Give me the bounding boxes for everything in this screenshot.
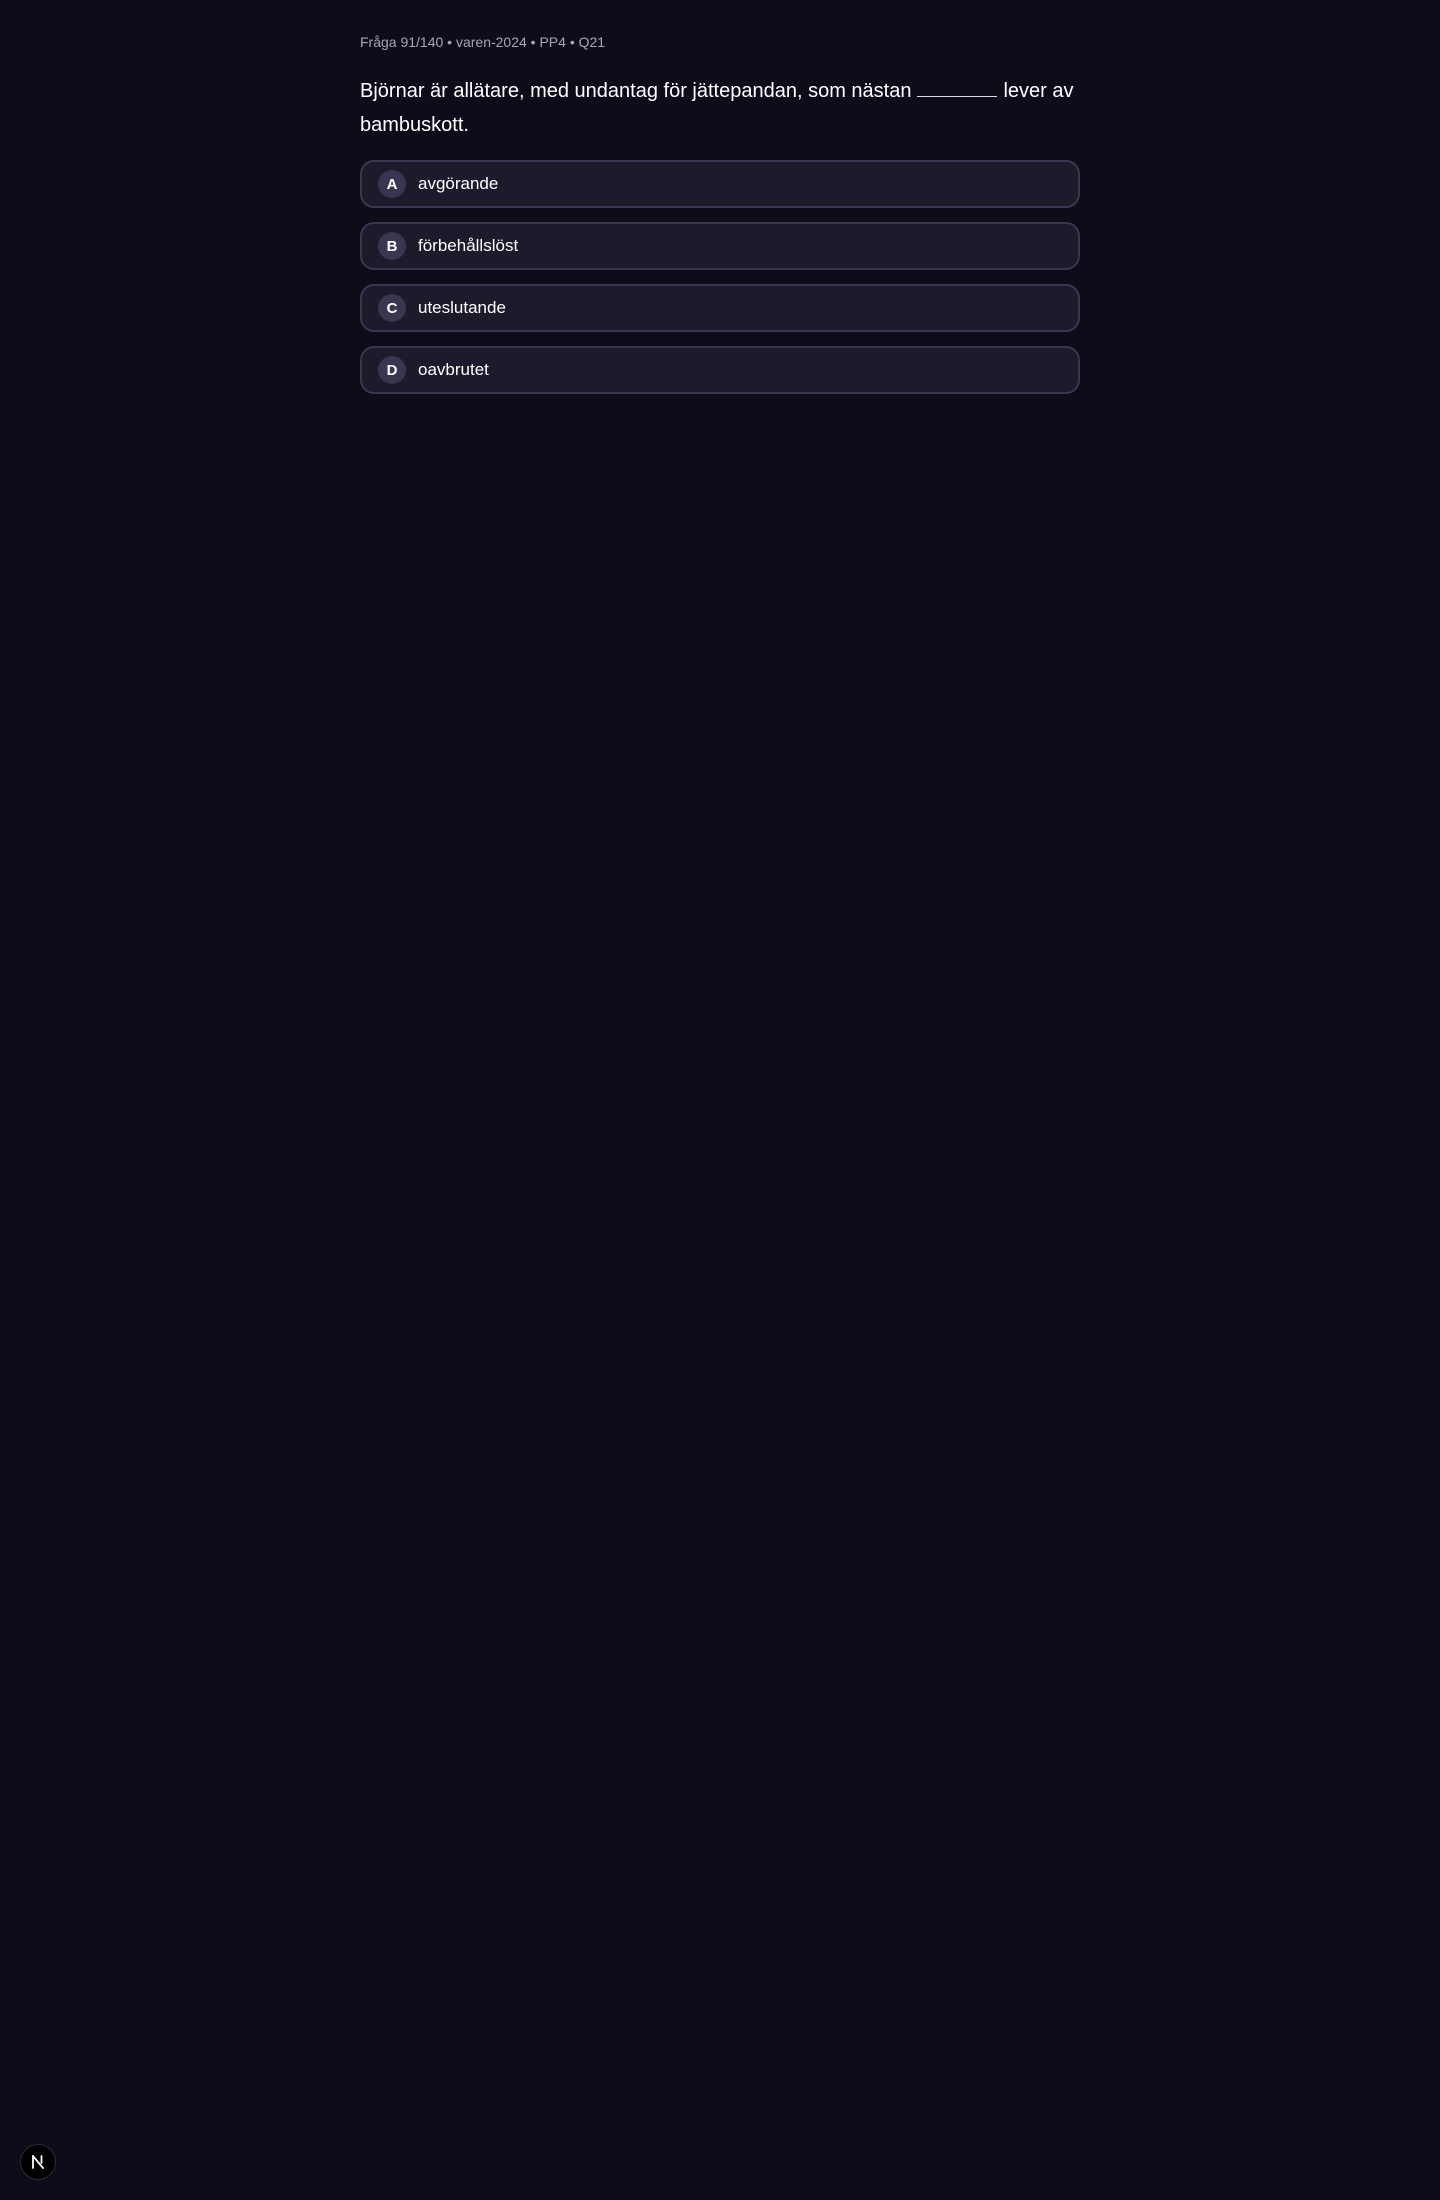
option-letter-badge: D	[378, 356, 406, 384]
option-label: uteslutande	[418, 298, 506, 317]
option-letter-badge: B	[378, 232, 406, 260]
question-meta: Fråga 91/140 • varen-2024 • PP4 • Q21	[360, 34, 606, 50]
option-d[interactable]: D oavbrutet	[360, 346, 1080, 394]
option-label: avgörande	[418, 174, 499, 193]
option-c[interactable]: C uteslutande	[360, 284, 1080, 332]
option-b[interactable]: B förbehållslöst	[360, 222, 1080, 270]
question-text-before: Björnar är allätare, med undantag för jä…	[360, 80, 912, 102]
option-a[interactable]: A avgörande	[360, 160, 1080, 208]
answer-options: A avgörande B förbehållslöst C uteslutan…	[360, 160, 1080, 394]
option-label: oavbrutet	[418, 360, 489, 379]
option-letter-badge: C	[378, 294, 406, 322]
question-card: Fråga 91/140 • varen-2024 • PP4 • Q21 Bj…	[360, 30, 1080, 394]
nextjs-dev-button[interactable]	[20, 2144, 56, 2180]
option-letter-badge: A	[378, 170, 406, 198]
question-text: Björnar är allätare, med undantag för jä…	[360, 74, 1080, 142]
answer-blank	[917, 76, 998, 97]
nextjs-logo-icon	[32, 2155, 44, 2169]
option-label: förbehållslöst	[418, 236, 519, 255]
